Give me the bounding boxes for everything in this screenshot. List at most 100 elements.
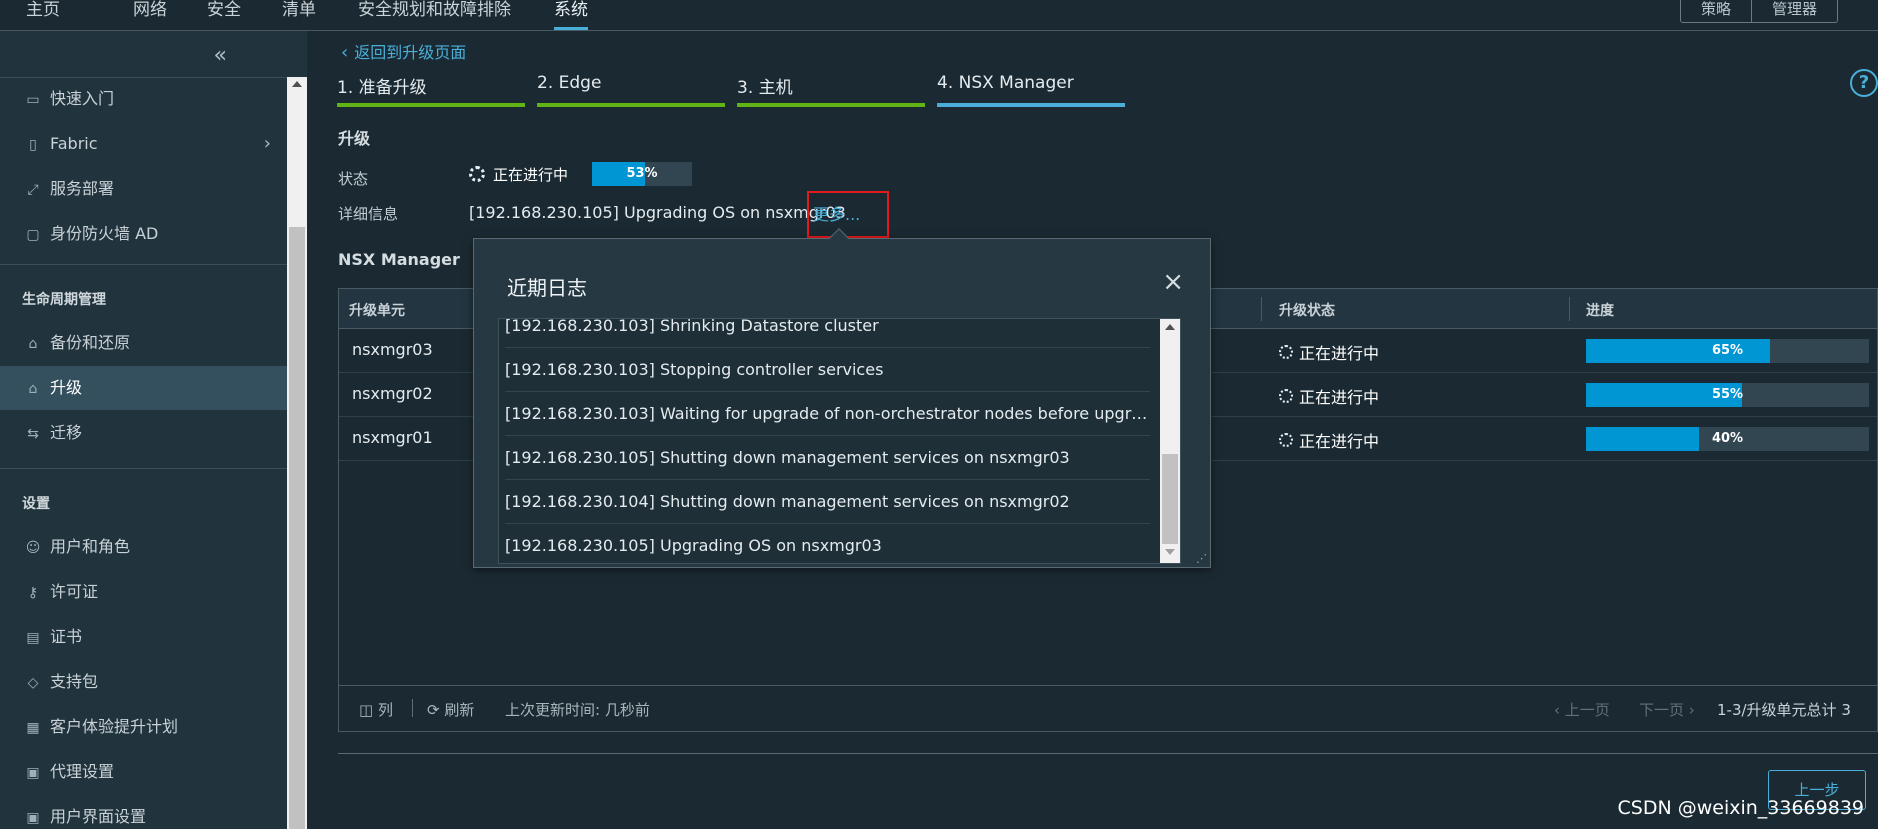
next-page-button[interactable]: 下一页 ›: [1639, 699, 1695, 720]
scroll-down-arrow-icon[interactable]: [1165, 549, 1175, 555]
sidebar-item-support-bundle[interactable]: ◇ 支持包: [0, 660, 287, 704]
nsx-manager-title: NSX Manager: [338, 250, 460, 269]
sidebar-item-quick-start[interactable]: ▭ 快速入门: [0, 77, 287, 121]
sidebar-item-label: Fabric: [50, 134, 98, 153]
sidebar-item-backup-restore[interactable]: ⌂ 备份和还原: [0, 321, 287, 365]
sidebar-item-label: 迁移: [50, 423, 83, 442]
sidebar-item-certificates[interactable]: ▤ 证书: [0, 615, 287, 659]
unit-status-text: 正在进行中: [1299, 432, 1380, 451]
columns-icon: ◫: [359, 701, 378, 719]
column-header-unit[interactable]: 升级单元: [349, 300, 405, 320]
unit-status-text: 正在进行中: [1299, 344, 1380, 363]
watermark: CSDN @weixin_33669839: [1617, 797, 1865, 819]
policy-button[interactable]: 策略: [1681, 0, 1751, 22]
log-entry: [192.168.230.103] Shrinking Datastore cl…: [505, 319, 1150, 348]
sidebar-divider: [0, 264, 287, 265]
unit-status: 正在进行中: [1279, 340, 1379, 364]
sidebar-item-ui-settings[interactable]: ▣ 用户界面设置: [0, 795, 287, 829]
unit-progress-bar: 55%: [1586, 383, 1869, 407]
sidebar-item-ceip[interactable]: ▦ 客户体验提升计划: [0, 705, 287, 749]
overall-status: 正在进行中 53%: [469, 162, 693, 186]
unit-status: 正在进行中: [1279, 384, 1379, 408]
sidebar-item-label: 许可证: [50, 582, 99, 601]
deploy-icon: ⤢: [27, 182, 39, 198]
folder-icon: ▢: [26, 227, 40, 243]
sidebar-item-label: 升级: [50, 378, 83, 397]
column-header-progress[interactable]: 进度: [1586, 300, 1614, 320]
key-icon: ⚷: [27, 585, 39, 601]
sidebar-item-label: 备份和还原: [50, 333, 131, 352]
ui-settings-icon: ▣: [26, 810, 40, 826]
progress-text: 53%: [626, 166, 658, 181]
scrollbar-thumb[interactable]: [1162, 454, 1178, 544]
tab-system[interactable]: 系统: [554, 0, 588, 30]
sidebar-item-fabric[interactable]: ▯ Fabric ›: [0, 122, 287, 166]
recent-logs-dialog: 近期日志 × [192.168.230.103] Shrinking Datas…: [473, 228, 1211, 568]
top-nav: 主页 网络 安全 清单 安全规划和故障排除 系统 策略 管理器: [0, 0, 1878, 31]
status-label: 状态: [338, 170, 369, 188]
back-to-upgrade-link[interactable]: ‹ 返回到升级页面: [341, 39, 466, 63]
sidebar-item-label: 快速入门: [50, 89, 115, 108]
chevron-right-icon: ›: [1684, 701, 1695, 719]
scroll-up-arrow-icon[interactable]: [1165, 324, 1175, 330]
sidebar-item-proxy-settings[interactable]: ▣ 代理设置: [0, 750, 287, 794]
laptop-icon: ▭: [26, 92, 40, 108]
step-nsx-manager[interactable]: 4. NSX Manager: [937, 71, 1125, 107]
spinner-icon: [469, 166, 485, 182]
more-link[interactable]: 更多...: [813, 201, 860, 225]
chevron-left-icon: ‹: [341, 42, 349, 63]
columns-label: 列: [377, 701, 393, 719]
sidebar-item-migrate[interactable]: ⇆ 迁移: [0, 411, 287, 455]
tab-inventory[interactable]: 清单: [282, 0, 316, 30]
help-icon[interactable]: ?: [1850, 69, 1878, 97]
sidebar-item-label: 支持包: [50, 672, 99, 691]
sidebar-item-identity-firewall[interactable]: ▢ 身份防火墙 AD: [0, 212, 287, 256]
manager-button[interactable]: 管理器: [1750, 0, 1837, 22]
sidebar-item-label: 身份防火墙 AD: [50, 224, 159, 243]
sidebar-item-license[interactable]: ⚷ 许可证: [0, 570, 287, 614]
spinner-icon: [1279, 389, 1293, 403]
refresh-label: 刷新: [444, 701, 475, 719]
sidebar-item-service-deployment[interactable]: ⤢ 服务部署: [0, 167, 287, 211]
sidebar-section-lifecycle: 生命周期管理: [22, 292, 106, 308]
column-header-status[interactable]: 升级状态: [1279, 300, 1335, 320]
tab-plan-troubleshoot[interactable]: 安全规划和故障排除: [358, 0, 511, 30]
view-toggle: 策略 管理器: [1679, 0, 1838, 23]
log-scrollbar[interactable]: [1160, 319, 1180, 563]
sidebar-item-users-roles[interactable]: ☺ 用户和角色: [0, 525, 287, 569]
step-prepare[interactable]: 1. 准备升级: [337, 71, 525, 107]
server-icon: ▯: [29, 137, 37, 153]
unit-name: nsxmgr01: [352, 428, 433, 447]
status-text: 正在进行中: [493, 165, 569, 184]
detail-label: 详细信息: [338, 205, 399, 223]
unit-name: nsxmgr03: [352, 340, 433, 359]
log-entry: [192.168.230.105] Upgrading OS on nsxmgr…: [505, 536, 882, 555]
sidebar-scrollbar[interactable]: [287, 77, 307, 829]
log-entry: [192.168.230.103] Waiting for upgrade of…: [505, 392, 1150, 436]
tab-networking[interactable]: 网络: [133, 0, 167, 30]
refresh-icon: ⟳: [427, 701, 445, 719]
unit-status: 正在进行中: [1279, 428, 1379, 452]
upgrade-section-title: 升级: [338, 129, 371, 148]
tab-security[interactable]: 安全: [207, 0, 241, 30]
dialog-title: 近期日志: [507, 276, 587, 300]
columns-toggle[interactable]: ◫ 列: [359, 699, 393, 720]
close-icon[interactable]: ×: [1162, 269, 1184, 295]
scrollbar-thumb[interactable]: [289, 227, 305, 829]
sidebar-item-upgrade[interactable]: ⌂ 升级: [0, 366, 287, 410]
collapse-sidebar-icon[interactable]: «: [214, 43, 227, 68]
tab-home[interactable]: 主页: [26, 0, 60, 30]
log-list[interactable]: [192.168.230.103] Shrinking Datastore cl…: [498, 318, 1181, 564]
scroll-up-arrow-icon[interactable]: [292, 81, 302, 87]
unit-name: nsxmgr02: [352, 384, 433, 403]
unit-status-text: 正在进行中: [1299, 388, 1380, 407]
step-edge[interactable]: 2. Edge: [537, 71, 725, 107]
refresh-button[interactable]: ⟳ 刷新: [427, 699, 474, 720]
last-updated: 上次更新时间: 几秒前: [505, 701, 650, 719]
resize-grip-icon[interactable]: ⋰: [1196, 552, 1207, 565]
step-hosts[interactable]: 3. 主机: [737, 71, 925, 107]
column-separator: [1569, 297, 1570, 321]
prev-page-button[interactable]: ‹ 上一页: [1554, 699, 1610, 720]
sidebar-item-label: 用户界面设置: [50, 807, 147, 826]
detail-text: [192.168.230.105] Upgrading OS on nsxmgr…: [469, 203, 846, 222]
